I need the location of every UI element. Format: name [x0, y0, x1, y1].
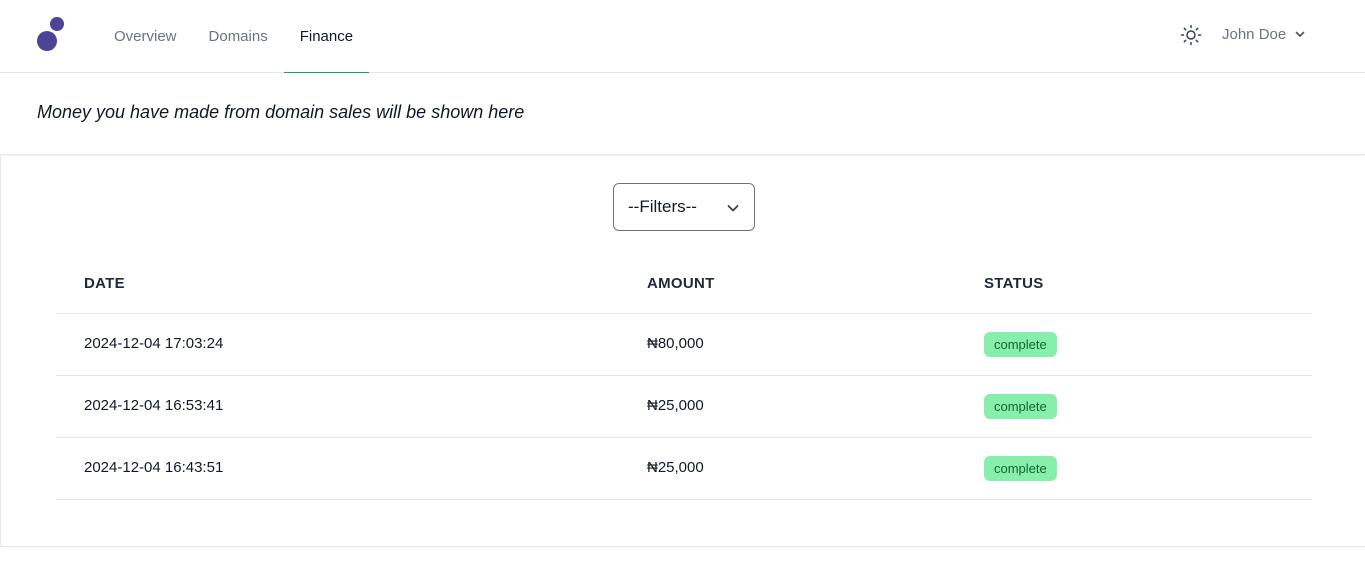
user-menu[interactable]: John Doe [1222, 22, 1306, 46]
table-row[interactable]: 2024-12-04 17:03:24 ₦80,000 complete [56, 314, 1312, 376]
app-logo-icon[interactable] [36, 16, 66, 54]
page-subheader: Money you have made from domain sales wi… [0, 73, 1365, 155]
nav-tab-domains[interactable]: Domains [193, 0, 284, 73]
column-header-amount: AMOUNT [647, 275, 715, 292]
cell-date: 2024-12-04 16:53:41 [84, 397, 224, 414]
cell-amount: ₦25,000 [647, 397, 704, 414]
page-description: Money you have made from domain sales wi… [37, 102, 525, 122]
filter-dropdown[interactable]: --Filters-- [613, 183, 755, 231]
main-nav: Overview Domains Finance [98, 0, 370, 74]
nav-tab-overview[interactable]: Overview [98, 0, 193, 73]
table-row[interactable]: 2024-12-04 16:53:41 ₦25,000 complete [56, 376, 1312, 438]
cell-amount: ₦80,000 [647, 335, 704, 352]
cell-date: 2024-12-04 16:43:51 [84, 459, 224, 476]
status-badge: complete [984, 456, 1057, 481]
sun-icon[interactable] [1180, 24, 1202, 46]
column-header-date: DATE [84, 275, 125, 292]
status-badge: complete [984, 332, 1057, 357]
nav-tab-finance[interactable]: Finance [283, 0, 370, 74]
top-navbar: Overview Domains Finance John Doe [0, 0, 1365, 74]
filter-selected-value: --Filters-- [628, 197, 697, 216]
cell-amount: ₦25,000 [647, 459, 704, 476]
table-row[interactable]: 2024-12-04 16:43:51 ₦25,000 complete [56, 438, 1312, 500]
chevron-down-icon [1295, 31, 1305, 37]
user-name: John Doe [1222, 25, 1287, 43]
cell-date: 2024-12-04 17:03:24 [84, 335, 224, 352]
table-header: DATE AMOUNT STATUS [56, 252, 1312, 314]
chevron-down-icon [727, 205, 739, 212]
column-header-status: STATUS [984, 275, 1044, 292]
transactions-table: DATE AMOUNT STATUS 2024-12-04 17:03:24 ₦… [56, 252, 1312, 500]
finance-panel: --Filters-- DATE AMOUNT STATUS 2024-12-0… [0, 156, 1365, 547]
status-badge: complete [984, 394, 1057, 419]
